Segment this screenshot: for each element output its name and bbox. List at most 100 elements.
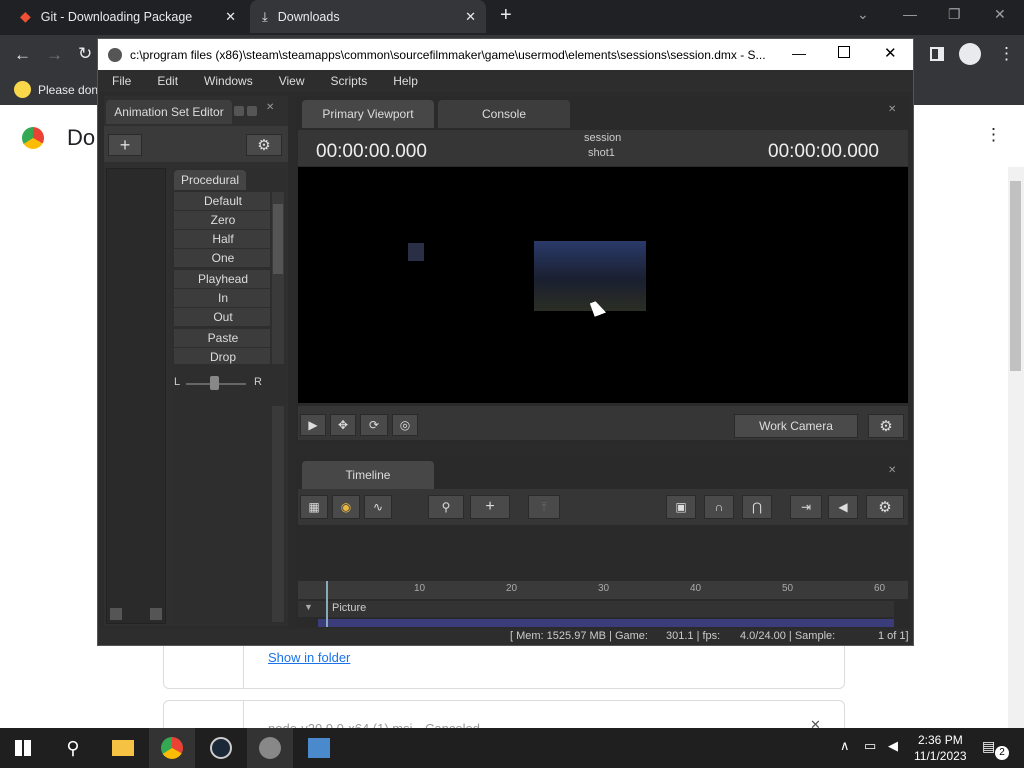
app-taskbar-icon[interactable] xyxy=(296,728,342,768)
proc-out[interactable]: Out xyxy=(174,308,270,327)
sfm-maximize-icon[interactable] xyxy=(838,46,850,58)
timeline-clip[interactable] xyxy=(318,619,894,627)
side-panel-icon[interactable] xyxy=(930,47,944,61)
show-in-folder-link[interactable]: Show in folder xyxy=(268,650,350,665)
chrome-taskbar-icon[interactable] xyxy=(149,728,195,768)
tray-chevron-icon[interactable]: ∧ xyxy=(840,738,850,754)
proc-playhead[interactable]: Playhead xyxy=(174,270,270,289)
menu-scripts[interactable]: Scripts xyxy=(317,74,380,88)
network-icon[interactable]: ▭ xyxy=(864,738,876,754)
sfm-title-bar[interactable]: c:\program files (x86)\steam\steamapps\c… xyxy=(98,39,913,70)
menu-kebab-icon[interactable]: ⋮ xyxy=(998,44,1015,64)
motion-editor-icon[interactable]: ◉ xyxy=(332,495,360,519)
page-menu-icon[interactable]: ⋮ xyxy=(985,125,1002,145)
proc-drop[interactable]: Drop xyxy=(174,348,270,364)
playhead[interactable] xyxy=(326,581,328,627)
start-windows-icon[interactable] xyxy=(0,728,46,768)
collapse-icon[interactable]: ▼ xyxy=(304,602,313,612)
tab-timeline[interactable]: Timeline xyxy=(302,461,434,489)
rotate-tool-icon[interactable]: ⟳ xyxy=(360,414,388,436)
list-scroll-right-icon[interactable] xyxy=(150,608,162,620)
ase-settings-gear-icon[interactable]: ⚙ xyxy=(246,134,282,156)
procedural-scrollbar[interactable] xyxy=(272,192,284,364)
picture-track-header[interactable]: ▼ Picture xyxy=(298,601,894,617)
menu-help[interactable]: Help xyxy=(379,74,430,88)
remove-download-icon[interactable]: ✕ xyxy=(810,717,821,728)
add-bookmark-icon[interactable]: ⚲ xyxy=(428,495,464,519)
clock-date[interactable]: 11/1/2023 xyxy=(914,749,967,763)
procedural-panel: Procedural Default Zero Half One Playhea… xyxy=(172,168,286,624)
page-scrollbar[interactable] xyxy=(1008,167,1024,728)
minimize-icon[interactable]: — xyxy=(903,6,917,22)
pivot-tool-icon[interactable]: ◎ xyxy=(392,414,418,436)
add-animation-set-button[interactable]: + xyxy=(108,134,142,156)
clock-time[interactable]: 2:36 PM xyxy=(918,733,963,747)
profile-avatar[interactable] xyxy=(959,43,981,65)
snap-frame-icon[interactable]: ⋂ xyxy=(742,495,772,519)
timeline-close-icon[interactable]: ✕ xyxy=(888,465,896,476)
close-tab-icon[interactable]: ✕ xyxy=(225,9,236,25)
ruler-tick-10: 10 xyxy=(414,583,426,594)
proc-paste[interactable]: Paste xyxy=(174,329,270,348)
tab-procedural[interactable]: Procedural xyxy=(174,170,246,190)
proc-zero[interactable]: Zero xyxy=(174,211,270,230)
viewport-close-icon[interactable]: ✕ xyxy=(888,104,896,115)
proc-one[interactable]: One xyxy=(174,249,270,268)
tab-search-icon[interactable]: ⌄ xyxy=(857,6,869,23)
file-explorer-icon[interactable] xyxy=(100,728,146,768)
picture-track-label: Picture xyxy=(332,602,367,614)
select-tool-icon[interactable]: ▶ xyxy=(300,414,326,436)
add-track-icon[interactable]: + xyxy=(470,495,510,519)
proc-in[interactable]: In xyxy=(174,289,270,308)
clip-editor-icon[interactable]: ▦ xyxy=(300,495,328,519)
panel-pin-icon[interactable] xyxy=(234,106,244,116)
sfm-close-icon[interactable]: ✕ xyxy=(884,44,897,62)
menu-windows[interactable]: Windows xyxy=(190,74,265,88)
up-level-icon[interactable]: ⤒ xyxy=(528,495,560,519)
move-tool-icon[interactable]: ✥ xyxy=(330,414,356,436)
menu-edit[interactable]: Edit xyxy=(143,74,190,88)
lr-slider-handle[interactable] xyxy=(210,376,219,390)
panel-close-icon[interactable]: ✕ xyxy=(266,102,274,113)
search-icon[interactable]: ⚲ xyxy=(50,728,96,768)
work-camera-dropdown[interactable]: Work Camera xyxy=(734,414,858,438)
proc-half[interactable]: Half xyxy=(174,230,270,249)
mute-icon[interactable]: ◀ xyxy=(828,495,858,519)
steam-taskbar-icon[interactable] xyxy=(198,728,244,768)
close-tab-icon[interactable]: ✕ xyxy=(465,9,476,25)
tab-animation-set-editor[interactable]: Animation Set Editor xyxy=(106,100,232,124)
lock-view-icon[interactable]: ▣ xyxy=(666,495,696,519)
menu-file[interactable]: File xyxy=(98,74,143,88)
timeline-ruler[interactable]: 10 20 30 40 50 60 xyxy=(298,581,908,599)
animation-set-list[interactable] xyxy=(106,168,166,624)
new-tab-button[interactable]: + xyxy=(500,4,512,27)
viewport-settings-gear-icon[interactable]: ⚙ xyxy=(868,414,904,438)
timeline-settings-gear-icon[interactable]: ⚙ xyxy=(866,495,904,519)
status-sample: 1 of 1] xyxy=(878,630,909,642)
sfm-minimize-icon[interactable]: — xyxy=(792,45,806,61)
go-to-end-icon[interactable]: ⇥ xyxy=(790,495,822,519)
download-item-name[interactable]: node-v20.9.0-x64 (1).msi xyxy=(268,721,413,728)
notification-center-icon[interactable]: ▤ xyxy=(982,738,995,755)
graph-editor-icon[interactable]: ∿ xyxy=(364,495,392,519)
reload-icon[interactable]: ↻ xyxy=(78,44,92,64)
lower-list-scrollbar[interactable] xyxy=(272,406,284,622)
status-mem: [ Mem: 1525.97 MB | Game: xyxy=(510,630,648,642)
tab-downloads[interactable]: ⤓ Downloads ✕ xyxy=(250,0,486,33)
close-window-icon[interactable]: ✕ xyxy=(994,6,1006,23)
menu-view[interactable]: View xyxy=(265,74,317,88)
list-scroll-left-icon[interactable] xyxy=(110,608,122,620)
restore-icon[interactable]: ❐ xyxy=(948,6,961,23)
snap-icon[interactable]: ∩ xyxy=(704,495,734,519)
back-icon[interactable]: ← xyxy=(14,45,31,65)
tab-git-downloading[interactable]: ◆ Git - Downloading Package ✕ xyxy=(8,0,246,33)
forward-icon[interactable]: → xyxy=(46,45,63,65)
tab-primary-viewport[interactable]: Primary Viewport xyxy=(302,100,434,128)
volume-icon[interactable]: ◀ xyxy=(888,738,898,754)
banner-text: Please don't xyxy=(38,83,104,97)
proc-default[interactable]: Default xyxy=(174,192,270,211)
tab-console[interactable]: Console xyxy=(438,100,570,128)
panel-float-icon[interactable] xyxy=(247,106,257,116)
sfm-taskbar-icon[interactable] xyxy=(247,728,293,768)
viewport-canvas[interactable] xyxy=(298,167,908,403)
